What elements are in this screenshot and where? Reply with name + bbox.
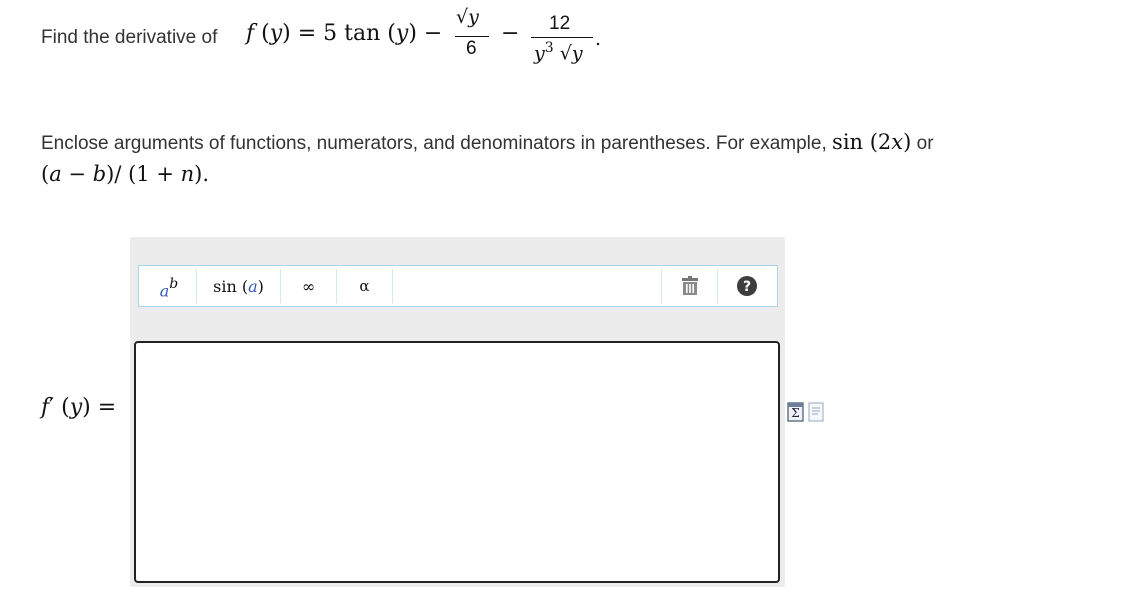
sin-button[interactable]: sin (a) <box>197 269 281 303</box>
question-prefix: Find the derivative of <box>41 27 218 48</box>
formula-lhs: f (y) = 5 tan (y) − <box>246 21 443 46</box>
preview-icon[interactable] <box>808 402 824 422</box>
alpha-button[interactable]: α <box>337 269 393 303</box>
example-sin: sin (2x) <box>832 130 912 154</box>
instructions-text: Enclose arguments of functions, numerato… <box>41 133 827 154</box>
delete-button[interactable] <box>661 269 717 303</box>
svg-text:?: ? <box>742 279 750 295</box>
help-icon: ? <box>736 276 757 296</box>
formula-minus: − <box>501 21 520 46</box>
frac1-line <box>455 36 489 37</box>
help-button[interactable]: ? <box>717 269 775 303</box>
frac2-line <box>531 37 593 38</box>
infinity-button[interactable]: ∞ <box>281 269 337 303</box>
instructions: Enclose arguments of functions, numerato… <box>41 127 1086 191</box>
side-icons: Σ <box>787 401 827 423</box>
formula-period: . <box>595 28 602 50</box>
instructions-or: or <box>916 133 934 154</box>
frac1-numerator: √y <box>456 6 479 28</box>
power-button[interactable]: ab <box>142 269 197 303</box>
example-fraction: (a − b)/ (1 + n). <box>41 162 209 186</box>
frac1-denominator: 6 <box>466 38 477 59</box>
answer-label: f′ (y) = <box>41 395 117 420</box>
svg-text:Σ: Σ <box>791 406 799 420</box>
trash-icon <box>681 276 698 295</box>
frac2-denominator: y3 √y <box>534 40 583 65</box>
answer-input[interactable] <box>134 341 780 583</box>
math-editor-panel: ab sin (a) ∞ α ? <box>130 237 785 587</box>
math-toolbar: ab sin (a) ∞ α ? <box>138 265 778 307</box>
equation-editor-icon[interactable]: Σ <box>787 402 804 422</box>
frac2-numerator: 12 <box>549 13 571 34</box>
